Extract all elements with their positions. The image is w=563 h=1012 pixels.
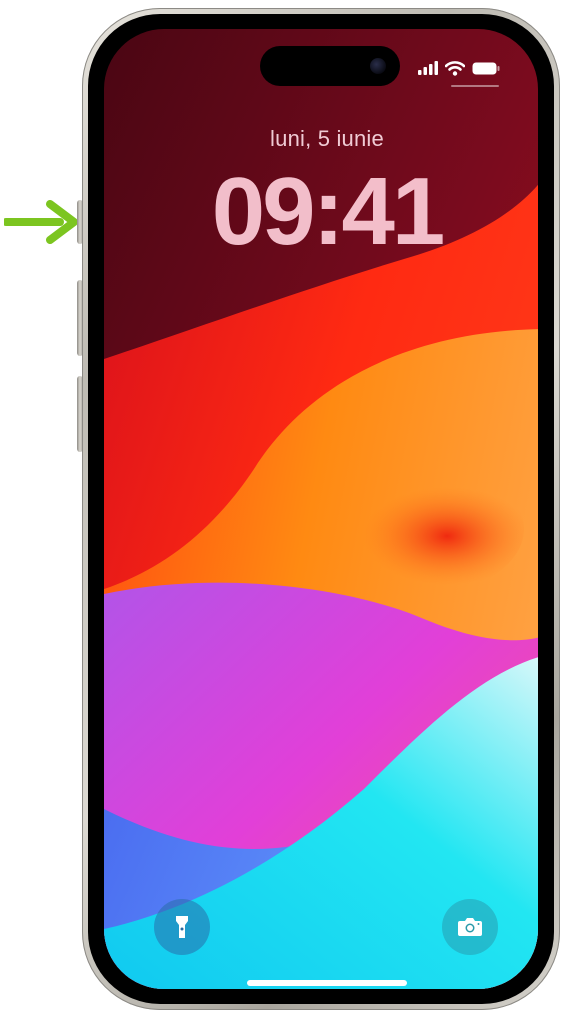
camera-icon <box>458 918 482 936</box>
status-bar <box>418 59 500 77</box>
flashlight-button[interactable] <box>154 899 210 955</box>
status-underline <box>451 85 499 87</box>
wifi-icon <box>445 60 465 76</box>
flashlight-icon <box>176 916 188 938</box>
arrow-right-icon <box>4 200 78 244</box>
front-camera <box>370 58 386 74</box>
iphone-frame: luni, 5 iunie 09:41 <box>82 8 560 1010</box>
battery-icon <box>472 62 500 74</box>
dynamic-island <box>260 46 400 86</box>
signal-bars-icon <box>418 61 438 75</box>
lock-time: 09:41 <box>211 158 446 265</box>
lock-screen[interactable]: luni, 5 iunie 09:41 <box>104 29 538 989</box>
home-indicator[interactable] <box>247 980 407 986</box>
phone-bezel: luni, 5 iunie 09:41 <box>88 14 554 1004</box>
camera-button[interactable] <box>442 899 498 955</box>
lock-date: luni, 5 iunie <box>270 126 384 151</box>
